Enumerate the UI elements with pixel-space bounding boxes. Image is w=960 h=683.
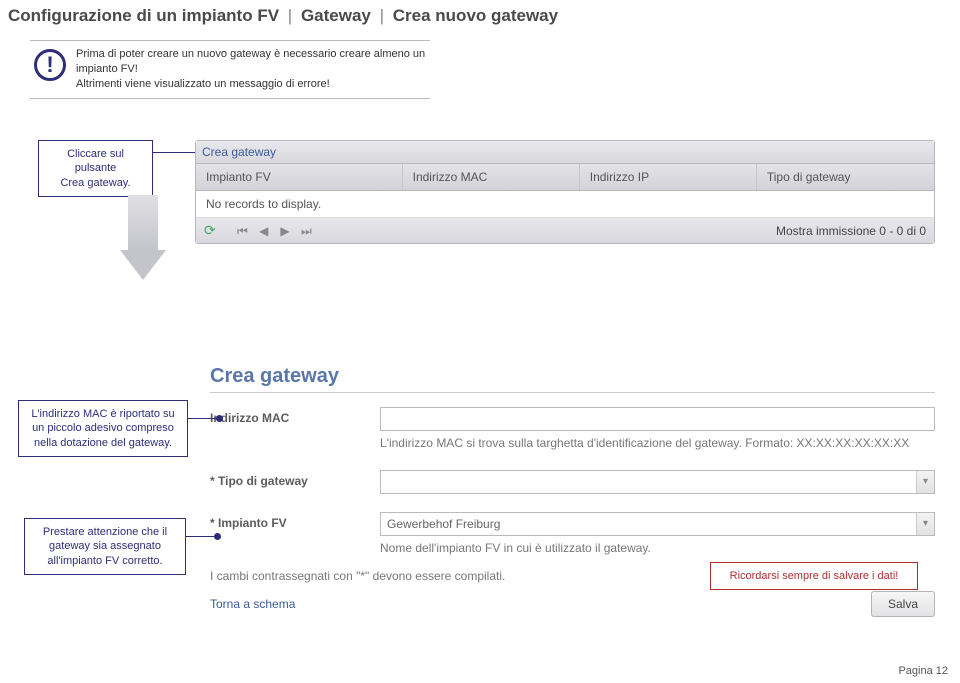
create-gateway-link[interactable]: Crea gateway — [202, 145, 276, 159]
hint-plant: Nome dell'impianto FV in cui è utilizzat… — [380, 540, 935, 557]
select-plant-value: Gewerbehof Freiburg — [387, 517, 500, 531]
chevron-down-icon: ▾ — [916, 513, 934, 535]
grid-status: Mostra immissione 0 - 0 di 0 — [776, 224, 926, 238]
row-plant: * Impianto FV Gewerbehof Freiburg ▾ Nome… — [210, 512, 935, 557]
col-tipo-gateway[interactable]: Tipo di gateway — [757, 164, 934, 190]
connector-dot — [216, 415, 223, 422]
alert-icon: ! — [34, 49, 66, 81]
breadcrumb-2: Gateway — [301, 6, 371, 25]
page-footer: Pagina 12 — [898, 665, 948, 677]
arrow-down-icon — [128, 195, 158, 280]
callout-assign-fv: Prestare attenzione che il gateway sia a… — [24, 518, 186, 575]
breadcrumb-1: Configurazione di un impianto FV — [8, 6, 279, 25]
connector-line — [153, 152, 197, 153]
form-title: Crea gateway — [210, 365, 935, 393]
hint-mac: L'indirizzo MAC si trova sulla targhetta… — [380, 435, 935, 452]
connector-dot — [214, 533, 221, 540]
col-indirizzo-mac[interactable]: Indirizzo MAC — [403, 164, 580, 190]
input-mac[interactable] — [380, 407, 935, 431]
breadcrumb-3: Crea nuovo gateway — [393, 6, 558, 25]
row-mac: Indirizzo MAC L'indirizzo MAC si trova s… — [210, 407, 935, 452]
form-bottom: Torna a schema Salva — [210, 591, 935, 617]
last-page-icon[interactable]: ⏭ — [299, 224, 313, 239]
grid-empty-row: No records to display. — [196, 191, 934, 218]
callout-mac-sticker: L'indirizzo MAC è riportato su un piccol… — [18, 400, 188, 457]
connector-line — [186, 536, 216, 537]
save-button[interactable]: Salva — [871, 591, 935, 617]
callout-click-create: Cliccare sul pulsante Crea gateway. — [38, 140, 153, 197]
label-mac: Indirizzo MAC — [210, 407, 380, 452]
info-text: Prima di poter creare un nuovo gateway è… — [76, 47, 430, 92]
breadcrumb: Configurazione di un impianto FV | Gatew… — [0, 0, 960, 34]
gateway-grid: Crea gateway Impianto FV Indirizzo MAC I… — [195, 140, 935, 244]
prev-page-icon[interactable]: ◀ — [257, 224, 271, 238]
col-indirizzo-ip[interactable]: Indirizzo IP — [580, 164, 757, 190]
connector-line — [188, 418, 218, 419]
grid-toolbar: Crea gateway — [196, 141, 934, 164]
breadcrumb-sep: | — [288, 6, 292, 25]
label-type: * Tipo di gateway — [210, 470, 380, 494]
grid-headers: Impianto FV Indirizzo MAC Indirizzo IP T… — [196, 164, 934, 191]
row-type: * Tipo di gateway ▾ — [210, 470, 935, 494]
info-block: ! Prima di poter creare un nuovo gateway… — [30, 40, 430, 99]
back-link[interactable]: Torna a schema — [210, 597, 295, 611]
grid-footer: ⟳ ⏮ ◀ ▶ ⏭ Mostra immissione 0 - 0 di 0 — [196, 218, 934, 243]
grid-nav: ⟳ ⏮ ◀ ▶ ⏭ — [204, 222, 315, 239]
select-plant[interactable]: Gewerbehof Freiburg ▾ — [380, 512, 935, 536]
first-page-icon[interactable]: ⏮ — [235, 224, 249, 239]
next-page-icon[interactable]: ▶ — [278, 224, 292, 238]
callout-remember-save: Ricordarsi sempre di salvare i dati! — [710, 562, 918, 590]
breadcrumb-sep: | — [380, 6, 384, 25]
select-type[interactable]: ▾ — [380, 470, 935, 494]
label-plant: * Impianto FV — [210, 512, 380, 557]
col-impianto-fv[interactable]: Impianto FV — [196, 164, 403, 190]
chevron-down-icon: ▾ — [916, 471, 934, 493]
refresh-icon[interactable]: ⟳ — [204, 222, 220, 238]
